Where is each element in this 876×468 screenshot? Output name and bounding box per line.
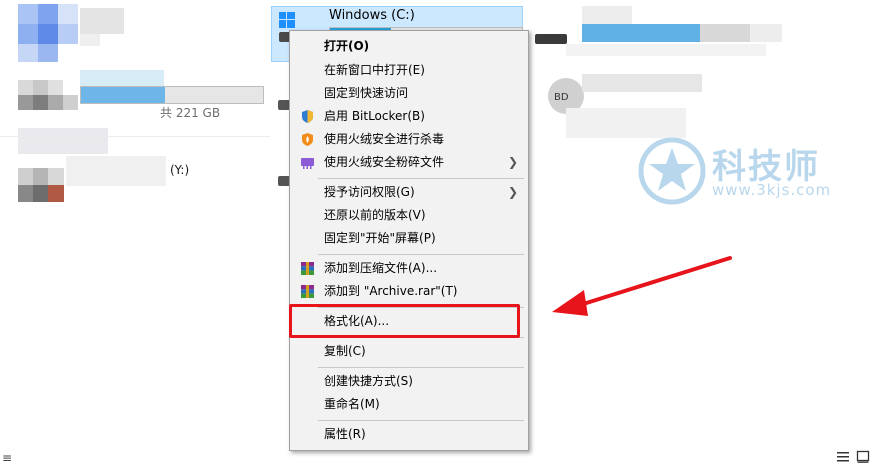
menu-item-huorong-shred[interactable]: 使用火绒安全粉碎文件 ❯ bbox=[290, 151, 528, 174]
menu-separator bbox=[318, 420, 524, 421]
menu-item-label: 复制(C) bbox=[324, 344, 366, 358]
menu-item-pin-start[interactable]: 固定到"开始"屏幕(P) bbox=[290, 227, 528, 250]
chevron-right-icon: ❯ bbox=[507, 185, 518, 199]
blurred-label bbox=[582, 6, 632, 24]
drive-title: Windows (C:) bbox=[329, 8, 415, 23]
annotation-arrow bbox=[552, 256, 732, 316]
blurred-drive-icon bbox=[18, 4, 78, 62]
menu-item-rename[interactable]: 重命名(M) bbox=[290, 393, 528, 416]
menu-item-copy[interactable]: 复制(C) bbox=[290, 340, 528, 363]
section-divider bbox=[0, 136, 270, 137]
winrar-icon bbox=[300, 261, 315, 276]
menu-item-huorong-scan[interactable]: 使用火绒安全进行杀毒 bbox=[290, 128, 528, 151]
hard-drive-icon bbox=[535, 34, 567, 44]
menu-separator bbox=[318, 367, 524, 368]
winrar-icon bbox=[300, 284, 315, 299]
blurred-label bbox=[80, 8, 124, 34]
windows-logo-icon bbox=[279, 12, 295, 28]
context-menu: 打开(O) 在新窗口中打开(E) 固定到快速访问 启用 BitLocker(B)… bbox=[289, 30, 529, 451]
annotation-highlight-box bbox=[289, 304, 520, 338]
menu-item-label: 打开(O) bbox=[324, 39, 370, 53]
blurred-usage-bar bbox=[582, 24, 782, 42]
blurred-label bbox=[80, 34, 100, 46]
menu-item-open-new-window[interactable]: 在新窗口中打开(E) bbox=[290, 59, 528, 82]
menu-item-label: 启用 BitLocker(B) bbox=[324, 109, 425, 123]
menu-item-label: 使用火绒安全进行杀毒 bbox=[324, 132, 445, 146]
menu-item-label: 授予访问权限(G) bbox=[324, 185, 415, 199]
status-bar-edge: ≡ bbox=[2, 451, 13, 465]
blurred-label bbox=[18, 128, 108, 154]
chevron-right-icon: ❯ bbox=[507, 155, 518, 169]
blurred-label bbox=[566, 44, 766, 56]
watermark-url: www.3kjs.com bbox=[712, 181, 832, 199]
menu-item-grant-access[interactable]: 授予访问权限(G) ❯ bbox=[290, 181, 528, 204]
menu-item-label: 在新窗口中打开(E) bbox=[324, 63, 425, 77]
view-toggle-group bbox=[836, 450, 872, 464]
blurred-drive-icon bbox=[18, 80, 78, 110]
drive-size-label: 共 221 GB bbox=[160, 106, 221, 120]
watermark-star-logo bbox=[637, 136, 707, 206]
menu-item-label: 属性(R) bbox=[324, 427, 366, 441]
blurred-usage-bar bbox=[80, 86, 264, 104]
blurred-drive-icon bbox=[18, 168, 64, 202]
menu-item-restore-versions[interactable]: 还原以前的版本(V) bbox=[290, 204, 528, 227]
menu-item-properties[interactable]: 属性(R) bbox=[290, 423, 528, 446]
menu-item-label: 固定到"开始"屏幕(P) bbox=[324, 231, 436, 245]
menu-item-open[interactable]: 打开(O) bbox=[290, 35, 528, 58]
menu-item-label: 创建快捷方式(S) bbox=[324, 374, 413, 388]
blurred-label bbox=[80, 70, 164, 86]
menu-item-create-shortcut[interactable]: 创建快捷方式(S) bbox=[290, 370, 528, 393]
menu-item-pin-quick-access[interactable]: 固定到快速访问 bbox=[290, 82, 528, 105]
drive-letter-label: (Y:) bbox=[170, 163, 190, 177]
shield-icon bbox=[300, 109, 315, 124]
blurred-label bbox=[566, 108, 686, 138]
menu-item-label: 还原以前的版本(V) bbox=[324, 208, 426, 222]
menu-item-bitlocker[interactable]: 启用 BitLocker(B) bbox=[290, 105, 528, 128]
menu-item-label: 使用火绒安全粉碎文件 bbox=[324, 155, 445, 169]
shredder-icon bbox=[300, 155, 315, 170]
menu-item-label: 添加到压缩文件(A)... bbox=[324, 261, 438, 275]
huorong-icon bbox=[300, 132, 315, 147]
menu-separator bbox=[318, 178, 524, 179]
menu-separator bbox=[318, 254, 524, 255]
menu-item-label: 添加到 "Archive.rar"(T) bbox=[324, 284, 458, 298]
menu-item-label: 重命名(M) bbox=[324, 397, 380, 411]
menu-item-label: 固定到快速访问 bbox=[324, 86, 409, 100]
menu-item-add-archive-rar[interactable]: 添加到 "Archive.rar"(T) bbox=[290, 280, 528, 303]
blurred-label bbox=[582, 74, 702, 92]
details-view-icon[interactable] bbox=[836, 450, 850, 464]
large-icons-view-icon[interactable] bbox=[856, 450, 870, 464]
blurred-label bbox=[66, 156, 166, 186]
menu-item-add-archive[interactable]: 添加到压缩文件(A)... bbox=[290, 257, 528, 280]
